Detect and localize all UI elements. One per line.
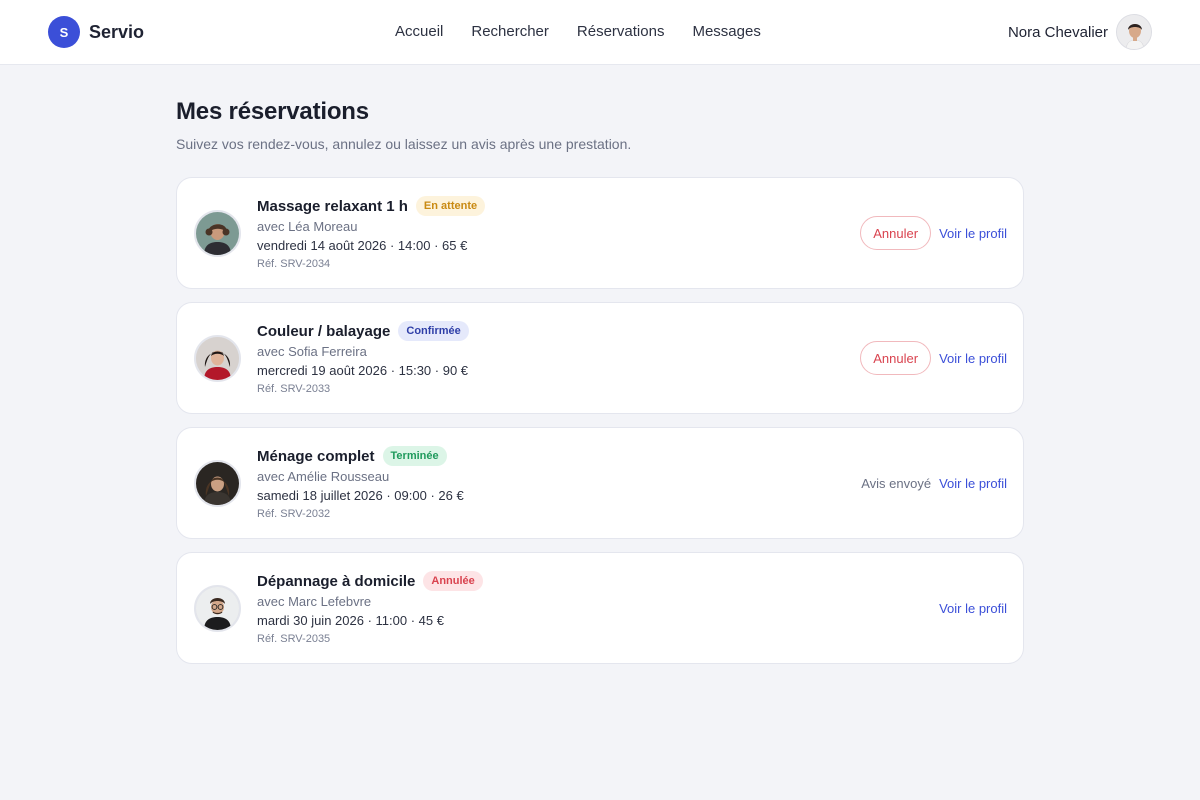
status-badge: Terminée xyxy=(382,446,447,466)
booking-list: Massage relaxant 1 h En attente avec Léa… xyxy=(176,177,1024,664)
service-title: Dépannage à domicile xyxy=(257,572,416,590)
provider-name: avec Amélie Rousseau xyxy=(257,469,390,484)
main-content: Mes réservations Suivez vos rendez-vous,… xyxy=(176,98,1024,677)
status-badge: Confirmée xyxy=(398,321,469,341)
view-profile-link[interactable]: Voir le profil xyxy=(939,476,1007,491)
nav-item-reservations[interactable]: Réservations xyxy=(577,23,665,40)
person-photo-icon xyxy=(196,462,239,505)
provider-avatar[interactable] xyxy=(194,585,241,632)
brand-logo-icon: S xyxy=(48,16,80,48)
booking-reference: Réf. SRV-2034 xyxy=(257,258,331,270)
user-avatar[interactable] xyxy=(1116,14,1152,50)
cancel-button[interactable]: Annuler xyxy=(860,216,932,250)
nav-item-accueil[interactable]: Accueil xyxy=(395,23,443,40)
booking-card: Couleur / balayage Confirmée avec Sofia … xyxy=(176,302,1024,414)
view-profile-link[interactable]: Voir le profil xyxy=(939,351,1007,366)
view-profile-link[interactable]: Voir le profil xyxy=(939,601,1007,616)
service-title: Ménage complet xyxy=(257,447,375,465)
booking-datetime-price: samedi 18 juillet 2026 · 09:00 · 26 € xyxy=(257,488,464,503)
booking-datetime-price: mardi 30 juin 2026 · 11:00 · 45 € xyxy=(257,613,444,628)
service-title: Couleur / balayage xyxy=(257,322,391,340)
cancel-button[interactable]: Annuler xyxy=(860,341,932,375)
booking-card: Ménage complet Terminée avec Amélie Rous… xyxy=(176,427,1024,539)
booking-reference: Réf. SRV-2035 xyxy=(257,633,331,645)
brand-name: Servio xyxy=(89,21,145,42)
booking-datetime-price: vendredi 14 août 2026 · 14:00 · 65 € xyxy=(257,238,468,253)
provider-name: avec Léa Moreau xyxy=(257,219,358,234)
service-title: Massage relaxant 1 h xyxy=(257,197,408,215)
nav-item-messages[interactable]: Messages xyxy=(692,23,760,40)
review-sent-status: Avis envoyé xyxy=(861,475,932,491)
nav-item-rechercher[interactable]: Rechercher xyxy=(471,23,549,40)
booking-reference: Réf. SRV-2032 xyxy=(257,508,331,520)
brand[interactable]: S Servio xyxy=(48,16,144,48)
booking-datetime-price: mercredi 19 août 2026 · 15:30 · 90 € xyxy=(257,363,469,378)
status-badge: Annulée xyxy=(423,571,483,591)
user-name: Nora Chevalier xyxy=(1007,23,1108,41)
page-subtitle: Suivez vos rendez-vous, annulez ou laiss… xyxy=(176,136,632,152)
user-menu[interactable]: Nora Chevalier xyxy=(1008,14,1152,50)
provider-avatar[interactable] xyxy=(194,460,241,507)
booking-reference: Réf. SRV-2033 xyxy=(257,383,331,395)
main-nav: Accueil Rechercher Réservations Messages xyxy=(395,23,789,40)
view-profile-link[interactable]: Voir le profil xyxy=(939,226,1007,241)
user-avatar-icon xyxy=(1117,15,1151,49)
person-photo-icon xyxy=(196,212,239,255)
person-photo-icon xyxy=(196,337,239,380)
provider-avatar[interactable] xyxy=(194,335,241,382)
provider-avatar[interactable] xyxy=(194,210,241,257)
top-navbar: S Servio Accueil Rechercher Réservations… xyxy=(0,0,1200,65)
person-photo-icon xyxy=(196,587,239,630)
booking-card: Massage relaxant 1 h En attente avec Léa… xyxy=(176,177,1024,289)
provider-name: avec Sofia Ferreira xyxy=(257,344,367,359)
booking-card: Dépannage à domicile Annulée avec Marc L… xyxy=(176,552,1024,664)
status-badge: En attente xyxy=(415,196,486,216)
provider-name: avec Marc Lefebvre xyxy=(257,594,372,609)
page-title: Mes réservations xyxy=(176,98,369,125)
